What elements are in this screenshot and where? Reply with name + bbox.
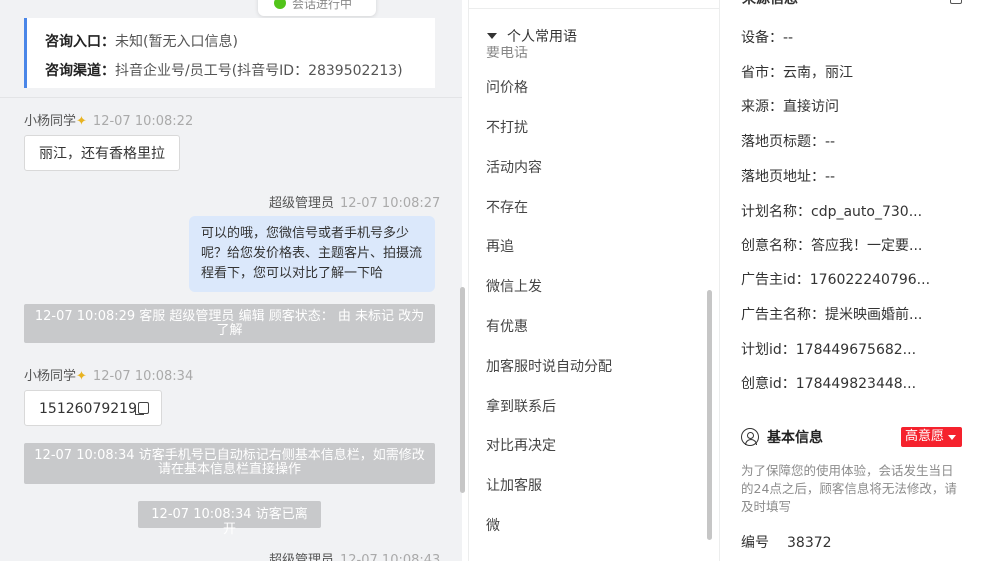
phrases-panel: 要电话 个人常用语 问价格 不打扰 活动内容 不存在 再追 微信上发 有优惠 加…	[468, 0, 719, 561]
session-status-label: 会话进行中	[292, 0, 353, 11]
info-plan-id: 计划id：178449675682...	[741, 342, 917, 358]
phrase-item[interactable]: 不打扰	[486, 117, 528, 137]
basic-info-title: 基本信息	[767, 430, 823, 446]
badge-icon: ✦	[76, 369, 87, 384]
message-time: 12-07 10:08:27	[340, 196, 441, 211]
caret-down-icon	[948, 434, 957, 440]
info-plan-name: 计划名称：cdp_auto_730...	[741, 204, 923, 220]
info-device: 设备：--	[741, 30, 794, 46]
info-advertiser-id: 广告主id：176022240796...	[741, 272, 931, 288]
sender-name: 超级管理员	[269, 196, 335, 211]
intent-tag-dropdown[interactable]: 高意愿	[901, 427, 963, 447]
basic-info-header: 基本信息	[741, 427, 823, 447]
caret-down-icon	[487, 33, 497, 39]
message-sender: 超级管理员 12-07 10:08:43	[269, 549, 440, 561]
info-landing-url: 落地页地址：--	[741, 169, 836, 185]
copy-icon[interactable]	[134, 402, 149, 415]
phrase-item[interactable]: 问价格	[486, 77, 528, 97]
chat-panel: 会话进行中 咨询入口：未知(暂无入口信息) 咨询渠道：抖音企业号/员工号(抖音号…	[0, 0, 462, 561]
user-icon	[741, 428, 759, 446]
consult-channel-value: 抖音企业号/员工号(抖音号ID：2839502213)	[115, 63, 403, 79]
info-region: 省市：云南，丽江	[741, 65, 853, 81]
message-time: 12-07 10:08:22	[92, 114, 194, 129]
phrase-item[interactable]: 拿到联系后	[486, 396, 556, 416]
chat-scrollbar[interactable]	[460, 287, 465, 493]
info-advertiser-name: 广告主名称：提米映画婚前...	[741, 307, 923, 323]
edit-icon[interactable]	[950, 0, 962, 4]
system-message: 12-07 10:08:29 客服 超级管理员 编辑 顾客状态： 由 未标记 改…	[24, 304, 435, 343]
message-bubble[interactable]: 丽江，还有香格里拉	[24, 135, 180, 171]
badge-icon: ✦	[76, 114, 87, 129]
message-sender: 超级管理员 12-07 10:08:27	[269, 192, 440, 211]
phrase-item[interactable]: 不存在	[486, 197, 528, 217]
message-time: 12-07 10:08:43	[340, 553, 441, 561]
phrase-item[interactable]: 加客服时说自动分配	[486, 356, 612, 376]
phrase-group-label: 个人常用语	[507, 29, 577, 45]
consult-entry-value: 未知(暂无入口信息)	[115, 34, 238, 50]
session-status-pill: 会话进行中	[258, 0, 376, 16]
phrase-item[interactable]: 让加客服	[486, 475, 542, 495]
phone-number: 15126079219	[39, 401, 137, 417]
message-time: 12-07 10:08:34	[92, 369, 194, 384]
consult-entry-label: 咨询入口：	[45, 34, 115, 50]
message-bubble-agent[interactable]: 可以的哦，您微信号或者手机号多少呢？给您发价格表、主题客片、拍摄流程看下，您可以…	[189, 216, 435, 292]
message-sender: 小杨同学✦ 12-07 10:08:22	[24, 110, 193, 129]
phrase-group-header[interactable]: 个人常用语	[487, 26, 577, 46]
customer-number-label: 编号	[741, 535, 769, 551]
info-note: 为了保障您的使用体验，会话发生当日的24点之后，顾客信息将无法修改，请及时填写	[741, 463, 957, 514]
consult-channel-label: 咨询渠道：	[45, 63, 115, 79]
info-source: 来源：直接访问	[741, 99, 839, 115]
info-creative-id: 创意id：178449823448...	[741, 376, 917, 392]
message-sender: 小杨同学✦ 12-07 10:08:34	[24, 365, 193, 384]
info-creative-name: 创意名称：答应我！一定要...	[741, 238, 923, 254]
phrase-item[interactable]: 微信上发	[486, 276, 542, 296]
info-landing-title: 落地页标题：--	[741, 134, 836, 150]
phrase-item[interactable]: 有优惠	[486, 316, 528, 336]
phrase-item[interactable]: 活动内容	[486, 157, 542, 177]
customer-number-value: 38372	[787, 535, 832, 551]
divider	[0, 97, 462, 98]
phrases-scrollbar[interactable]	[707, 290, 712, 540]
phrase-item[interactable]: 再追	[486, 236, 514, 256]
sender-name: 小杨同学	[24, 369, 77, 384]
phrase-item[interactable]: 对比再决定	[486, 435, 556, 455]
customer-number: 编号 38372	[741, 532, 832, 552]
status-dot-icon	[274, 0, 286, 9]
system-message: 12-07 10:08:34 访客已离开	[138, 501, 321, 537]
consult-info-card: 咨询入口：未知(暂无入口信息) 咨询渠道：抖音企业号/员工号(抖音号ID：283…	[24, 18, 435, 88]
phrase-item[interactable]: 微	[486, 515, 500, 535]
divider	[469, 8, 719, 9]
message-bubble[interactable]: 15126079219	[24, 390, 162, 426]
sender-name: 小杨同学	[24, 114, 77, 129]
source-info-header: 来源信息	[742, 0, 798, 8]
intent-tag-label: 高意愿	[905, 429, 945, 444]
sender-name: 超级管理员	[269, 553, 335, 561]
system-message: 12-07 10:08:34 访客手机号已自动标记右侧基本信息栏，如需修改请在基…	[24, 443, 435, 484]
